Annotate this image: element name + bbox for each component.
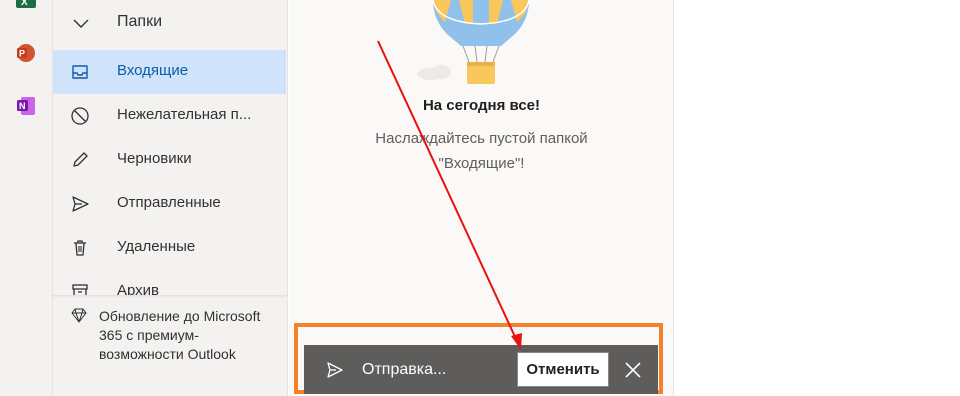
upgrade-text: Обновление до Microsoft 365 с премиум-во… [99,308,261,362]
upgrade-promo[interactable]: Обновление до Microsoft 365 с премиум-во… [53,298,288,396]
svg-text:X: X [21,0,28,8]
empty-state-title: На сегодня все! [422,97,541,114]
reading-pane [675,0,960,396]
folders-header-label: Папки [117,13,162,30]
folder-label: Входящие [117,62,189,79]
powerpoint-icon[interactable]: P [16,43,36,63]
folder-item-junk[interactable]: Нежелательная п... [53,94,286,138]
folder-label: Удаленные [117,238,196,255]
sent-icon [70,194,90,214]
folder-item-inbox[interactable]: Входящие [53,50,286,94]
sending-snackbar: Отправка... Отменить [304,345,658,394]
sending-status-text: Отправка... [362,361,447,378]
undo-send-button[interactable]: Отменить [517,352,609,387]
folder-pane: Папки Входящие Нежелательная п... Чернов… [53,0,288,396]
folders-header[interactable]: Папки [53,0,288,46]
folder-label: Черновики [117,150,192,167]
trash-icon [70,238,90,258]
folder-item-drafts[interactable]: Черновики [53,138,286,182]
folder-item-deleted[interactable]: Удаленные [53,226,286,270]
close-icon[interactable] [622,359,644,381]
onenote-icon[interactable]: N [16,96,36,116]
drafts-pencil-icon [70,150,90,170]
folder-label: Нежелательная п... [117,106,252,123]
junk-icon [70,106,90,126]
folder-label: Отправленные [117,194,221,211]
excel-icon[interactable]: X [16,0,36,14]
app-rail: X P N [0,0,53,396]
diamond-icon [71,307,87,328]
archive-icon [70,282,90,295]
inbox-icon [70,62,90,82]
empty-state-subtitle: Наслаждайтесь пустой папкой "Входящие"! [375,130,588,172]
folder-item-archive[interactable]: Архив [53,270,286,295]
chevron-down-icon[interactable] [72,14,90,37]
svg-text:N: N [19,101,26,111]
send-icon [326,361,344,384]
hot-air-balloon-illustration [401,0,561,95]
folder-label: Архив [117,282,160,295]
folder-item-sent[interactable]: Отправленные [53,182,286,226]
svg-text:P: P [19,49,25,59]
